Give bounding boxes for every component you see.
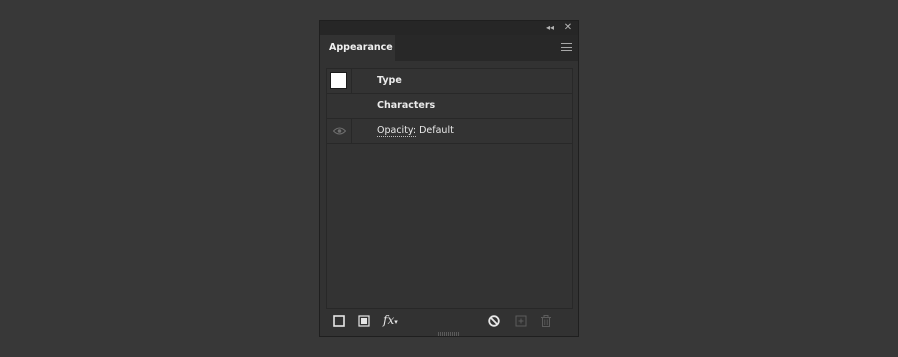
list-item-characters[interactable]: Characters — [327, 94, 572, 119]
row-thumbnail-cell — [327, 69, 352, 93]
add-stroke-icon[interactable] — [332, 314, 346, 328]
appearance-list: Type Characters Opacity: Default — [326, 68, 573, 309]
resize-grip[interactable] — [438, 332, 460, 336]
visibility-cell[interactable] — [327, 119, 352, 143]
opacity-value: Default — [419, 125, 454, 136]
list-item-type[interactable]: Type — [327, 69, 572, 94]
row-blank-cell — [327, 94, 352, 118]
panel-titlebar[interactable]: ◂◂ ✕ — [320, 21, 578, 35]
fx-icon[interactable]: fx▾ — [383, 313, 403, 327]
eye-icon[interactable] — [333, 127, 346, 135]
opacity-attribute: Opacity: Default — [377, 119, 454, 143]
close-icon[interactable]: ✕ — [562, 22, 574, 34]
panel-tabbar: Appearance — [320, 35, 578, 61]
panel-menu-icon[interactable] — [561, 43, 572, 53]
delete-item-icon[interactable] — [539, 314, 553, 328]
row-label: Type — [377, 75, 402, 86]
clear-appearance-icon[interactable] — [487, 314, 501, 328]
duplicate-item-icon[interactable] — [514, 314, 528, 328]
type-swatch — [330, 72, 347, 89]
row-label: Characters — [377, 100, 436, 111]
opacity-link[interactable]: Opacity: — [377, 125, 417, 137]
tab-appearance[interactable]: Appearance — [320, 35, 395, 61]
panel-footer: fx▾ — [320, 311, 578, 331]
collapse-panel-icon[interactable]: ◂◂ — [544, 22, 556, 34]
add-fill-icon[interactable] — [357, 314, 371, 328]
fx-label: fx — [383, 313, 395, 327]
list-item-opacity[interactable]: Opacity: Default — [327, 119, 572, 144]
appearance-panel: ◂◂ ✕ Appearance Type Characters Opacity:… — [319, 20, 579, 337]
